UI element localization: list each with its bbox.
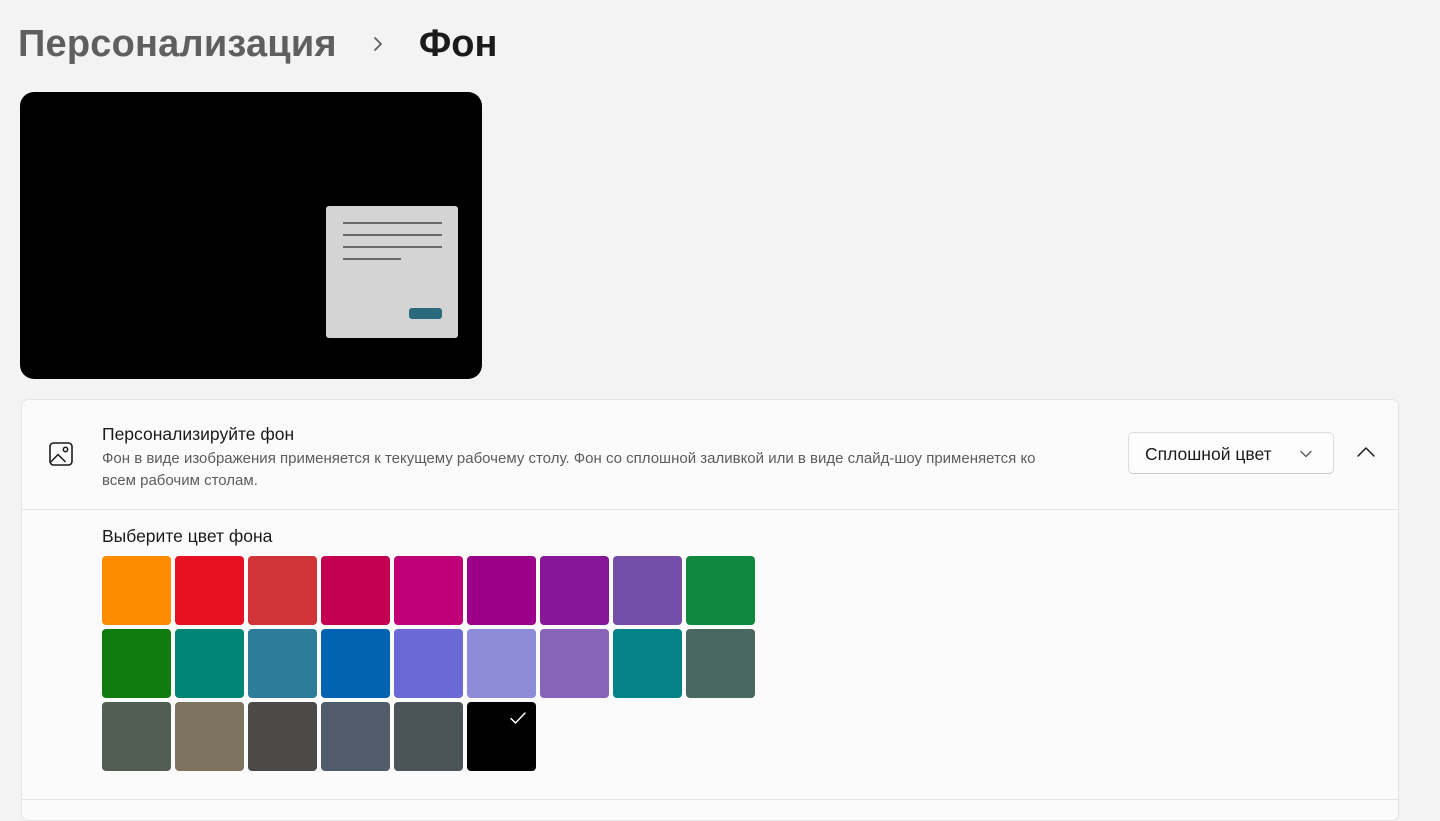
color-swatch[interactable] [613, 629, 682, 698]
color-swatch[interactable] [394, 702, 463, 771]
color-swatch[interactable] [321, 702, 390, 771]
color-swatch[interactable] [686, 556, 755, 625]
personalize-background-card: Персонализируйте фон Фон в виде изображе… [21, 399, 1399, 821]
divider [22, 799, 1398, 800]
card-description: Фон в виде изображения применяется к тек… [102, 450, 1036, 489]
color-swatch[interactable] [175, 556, 244, 625]
preview-window-illustration [326, 206, 458, 338]
breadcrumb-parent-link[interactable]: Персонализация [18, 23, 337, 66]
color-swatch[interactable] [175, 629, 244, 698]
color-swatch[interactable] [321, 556, 390, 625]
breadcrumb: Персонализация Фон [18, 18, 497, 70]
color-swatch[interactable] [613, 556, 682, 625]
color-swatch[interactable] [248, 629, 317, 698]
color-swatch[interactable] [467, 556, 536, 625]
card-title: Персонализируйте фон [102, 424, 295, 444]
color-swatch[interactable] [102, 702, 171, 771]
page-title: Фон [418, 22, 498, 65]
color-swatch[interactable] [540, 629, 609, 698]
preview-text-line [343, 246, 442, 248]
collapse-button[interactable] [1350, 436, 1382, 470]
color-swatch[interactable] [248, 556, 317, 625]
dropdown-selected-value: Сплошной цвет [1145, 444, 1272, 464]
background-type-dropdown[interactable]: Сплошной цвет [1128, 432, 1334, 474]
checkmark-icon [509, 711, 527, 725]
preview-text-line [343, 258, 401, 260]
chevron-up-icon [1350, 447, 1382, 474]
color-swatch[interactable] [686, 629, 755, 698]
color-swatch[interactable] [175, 702, 244, 771]
color-swatch[interactable] [102, 556, 171, 625]
color-swatch[interactable] [467, 702, 536, 771]
card-header[interactable]: Персонализируйте фон Фон в виде изображе… [22, 400, 1398, 510]
picture-icon [47, 440, 75, 468]
preview-accent-button [409, 308, 442, 319]
color-swatch[interactable] [102, 629, 171, 698]
color-swatch[interactable] [540, 556, 609, 625]
chevron-down-icon [1299, 447, 1313, 459]
chevron-right-icon [361, 29, 397, 59]
preview-text-line [343, 234, 442, 236]
color-swatch[interactable] [394, 556, 463, 625]
desktop-preview [20, 92, 482, 379]
color-swatch[interactable] [394, 629, 463, 698]
color-swatch[interactable] [248, 702, 317, 771]
color-swatch[interactable] [467, 629, 536, 698]
choose-color-label: Выберите цвет фона [102, 526, 273, 546]
preview-text-line [343, 222, 442, 224]
color-swatch[interactable] [321, 629, 390, 698]
